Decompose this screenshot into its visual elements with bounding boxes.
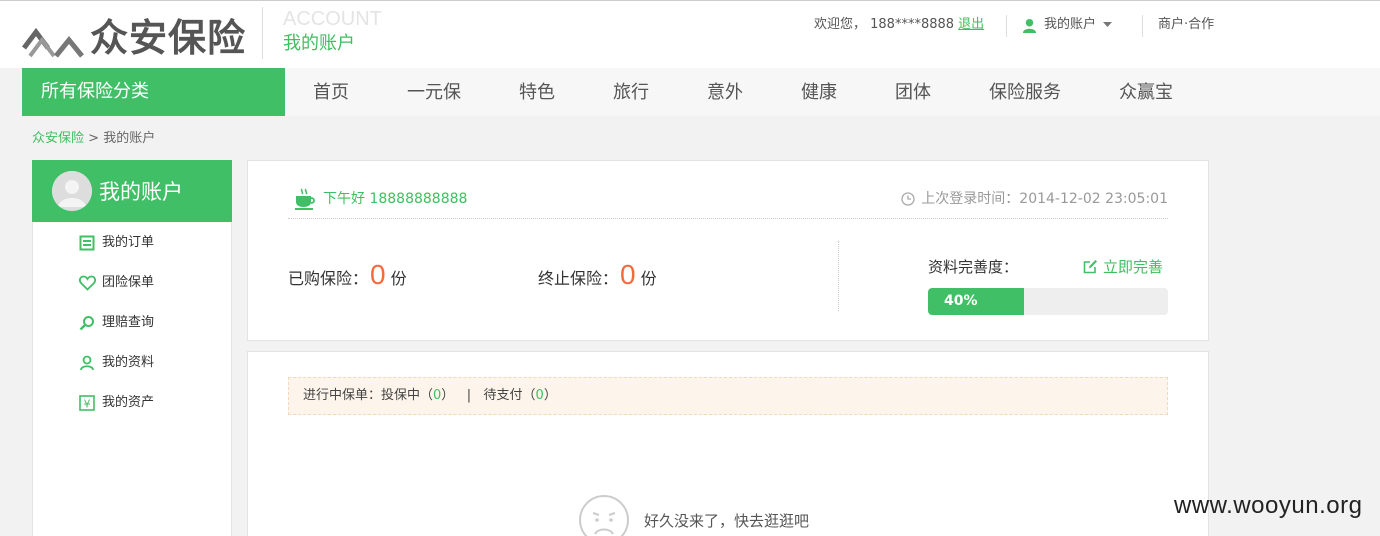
complete-now-label: 立即完善 xyxy=(1103,258,1164,276)
yen-icon: ¥ xyxy=(78,394,96,412)
completeness-progress-bar: 40% xyxy=(928,288,1168,315)
purchased-stat: 已购保险： 0 份 xyxy=(288,259,407,291)
watermark: www.wooyun.org xyxy=(1174,492,1363,519)
empty-message: 好久没来了，快去逛逛吧 xyxy=(644,511,810,530)
top-bar: 众安保险 ACCOUNT 我的账户 欢迎您， 188****8888 退出 我的… xyxy=(0,0,1380,68)
in-progress-label: 进行中保单：投保中（ xyxy=(303,388,434,403)
sidebar-item-orders[interactable]: 我的订单 xyxy=(78,233,154,253)
terminated-unit: 份 xyxy=(640,269,657,288)
order-icon xyxy=(78,234,96,252)
progress-fill: 40% xyxy=(928,288,1024,315)
pending-orders-bar: 进行中保单：投保中（0） | 待支付（0） xyxy=(288,377,1168,415)
close-paren: ） xyxy=(543,388,557,403)
purchased-unit: 份 xyxy=(390,269,407,288)
logo-mark-icon xyxy=(22,27,84,58)
account-en-label: ACCOUNT xyxy=(283,8,382,30)
nav-item-group[interactable]: 团体 xyxy=(895,68,931,116)
divider xyxy=(288,218,1168,219)
close-paren: ） xyxy=(441,388,455,403)
nav-item-accident[interactable]: 意外 xyxy=(707,68,743,116)
sidebar-item-label: 我的订单 xyxy=(102,235,155,250)
nav-item-travel[interactable]: 旅行 xyxy=(613,68,649,116)
nav-item-one-yuan[interactable]: 一元保 xyxy=(407,68,461,116)
terminated-count: 0 xyxy=(620,259,636,290)
nav-item-health[interactable]: 健康 xyxy=(801,68,837,116)
avatar xyxy=(52,171,92,211)
my-account-label: 我的账户 xyxy=(1044,17,1097,32)
last-login: 上次登录时间：2014-12-02 23:05:01 xyxy=(901,189,1168,209)
divider xyxy=(1142,15,1143,37)
logo-divider xyxy=(262,7,263,59)
breadcrumb-current: 我的账户 xyxy=(103,131,156,146)
avatar-icon xyxy=(52,171,92,211)
logo-text: 众安保险 xyxy=(90,16,247,60)
welcome-user: 欢迎您， 188****8888 xyxy=(814,17,955,32)
account-summary-card: 下午好 18888888888 上次登录时间：2014-12-02 23:05:… xyxy=(247,160,1209,341)
sidebar-item-label: 我的资产 xyxy=(102,395,155,410)
svg-text:¥: ¥ xyxy=(84,398,91,411)
pending-divider: | xyxy=(466,388,472,403)
sad-face-icon xyxy=(579,495,629,536)
completeness-label: 资料完善度： xyxy=(928,258,1019,276)
purchased-label: 已购保险： xyxy=(288,269,369,288)
sidebar-item-claims[interactable]: 理赔查询 xyxy=(78,313,154,333)
orders-card: 进行中保单：投保中（0） | 待支付（0） 好久没来了，快去逛逛吧 xyxy=(247,351,1209,536)
nav-item-featured[interactable]: 特色 xyxy=(519,68,555,116)
greeting-text: 下午好 18888888888 xyxy=(323,191,468,207)
breadcrumb-separator: > xyxy=(88,131,100,146)
edit-icon xyxy=(1083,260,1097,274)
greeting: 下午好 18888888888 xyxy=(293,187,467,211)
caret-down-icon xyxy=(1103,22,1113,27)
breadcrumb-home[interactable]: 众安保险 xyxy=(32,131,84,146)
nav-item-home[interactable]: 首页 xyxy=(313,68,349,116)
user-icon xyxy=(78,354,96,372)
my-account-menu[interactable]: 我的账户 xyxy=(1022,15,1113,35)
sidebar-item-assets[interactable]: ¥ 我的资产 xyxy=(78,393,154,413)
sidebar-item-group-policy[interactable]: 团险保单 xyxy=(78,273,154,293)
pending-payment-count[interactable]: 0 xyxy=(536,388,544,403)
terminated-label: 终止保险： xyxy=(538,269,619,288)
sidebar-item-label: 我的资料 xyxy=(102,355,155,370)
sidebar-item-label: 团险保单 xyxy=(102,275,155,290)
sidebar-item-profile[interactable]: 我的资料 xyxy=(78,353,154,373)
main-nav: 所有保险分类 首页 一元保 特色 旅行 意外 健康 团体 保险服务 众赢宝 xyxy=(22,68,1380,116)
sidebar-header: 我的账户 xyxy=(32,160,232,222)
divider xyxy=(838,241,839,311)
all-categories-button[interactable]: 所有保险分类 xyxy=(22,68,285,116)
complete-now-link[interactable]: 立即完善 xyxy=(1083,256,1163,277)
account-cn-label: 我的账户 xyxy=(283,33,355,54)
pending-payment-label: 待支付（ xyxy=(483,388,536,403)
nav-item-zhongyingbao[interactable]: 众赢宝 xyxy=(1119,68,1173,116)
nav-item-service[interactable]: 保险服务 xyxy=(989,68,1061,116)
divider xyxy=(1006,15,1007,37)
terminated-stat: 终止保险： 0 份 xyxy=(538,259,657,291)
search-icon xyxy=(78,314,96,332)
logo[interactable]: 众安保险 xyxy=(22,15,246,61)
user-icon xyxy=(1022,18,1037,33)
clock-icon xyxy=(901,192,915,206)
empty-state: 好久没来了，快去逛逛吧 xyxy=(578,494,809,536)
purchased-count: 0 xyxy=(370,259,386,290)
welcome-text: 欢迎您， 188****8888 退出 xyxy=(814,15,984,35)
sidebar-item-label: 理赔查询 xyxy=(102,315,155,330)
breadcrumb: 众安保险 > 我的账户 xyxy=(32,130,155,148)
logout-link[interactable]: 退出 xyxy=(958,17,984,32)
last-login-text: 上次登录时间：2014-12-02 23:05:01 xyxy=(921,191,1168,207)
heart-icon xyxy=(78,274,96,292)
coffee-cup-icon xyxy=(295,188,315,210)
sidebar-title: 我的账户 xyxy=(99,180,183,204)
merchant-link[interactable]: 商户·合作 xyxy=(1158,15,1214,35)
